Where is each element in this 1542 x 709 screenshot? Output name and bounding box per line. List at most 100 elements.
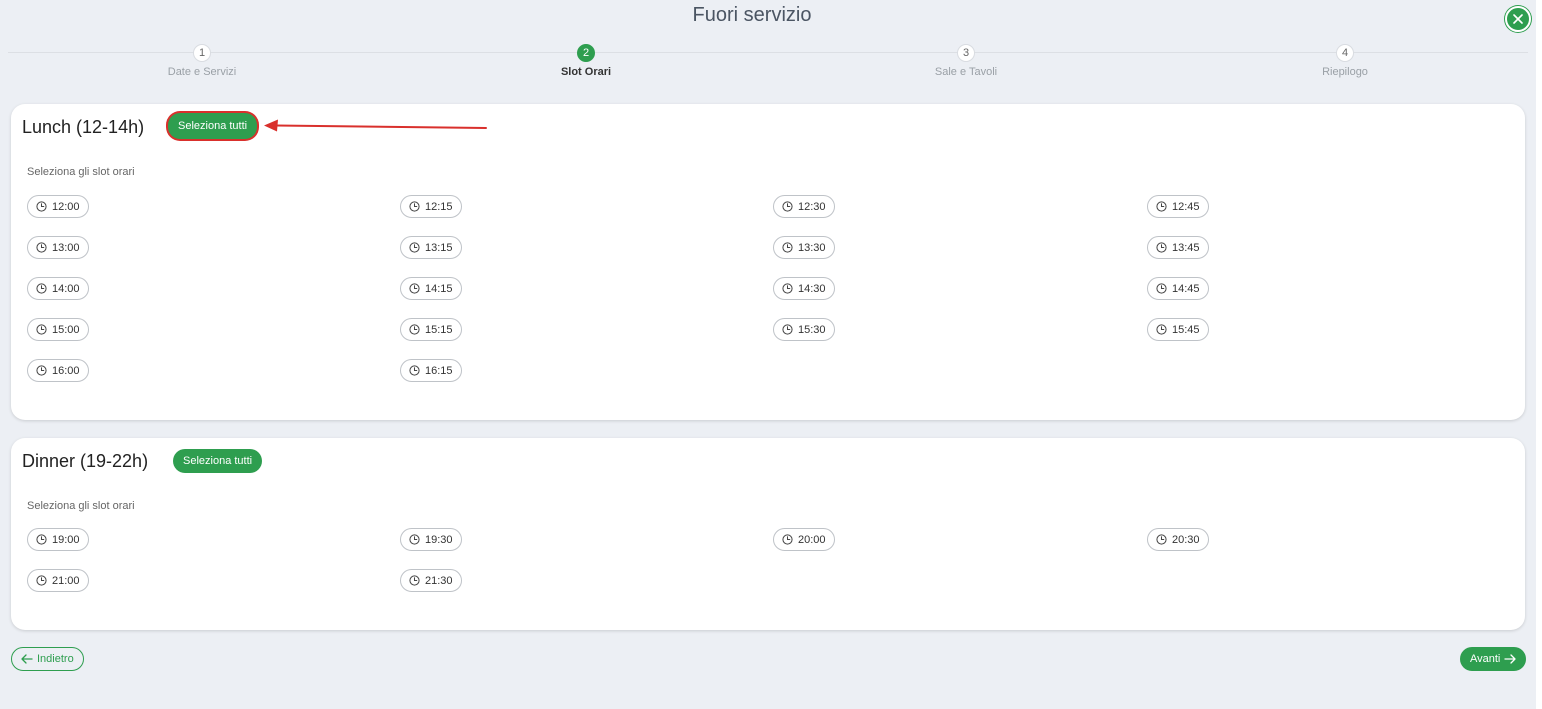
- time-slot[interactable]: 15:15: [400, 318, 462, 341]
- time-slot[interactable]: 13:45: [1147, 236, 1209, 259]
- time-slot-label: 14:15: [425, 282, 453, 295]
- clock-icon: [409, 324, 420, 335]
- time-slot-label: 21:30: [425, 574, 453, 587]
- time-slot[interactable]: 13:00: [27, 236, 89, 259]
- time-slot-label: 16:00: [52, 364, 80, 377]
- time-slot-label: 15:00: [52, 323, 80, 336]
- back-label: Indietro: [37, 653, 74, 665]
- time-slot-label: 15:30: [798, 323, 826, 336]
- time-slot-label: 13:15: [425, 241, 453, 254]
- dinner-select-all-button[interactable]: Seleziona tutti: [173, 449, 263, 473]
- step-label: Riepilogo: [1322, 66, 1368, 78]
- time-slot[interactable]: 21:00: [27, 569, 89, 592]
- time-slot[interactable]: 12:15: [400, 195, 462, 218]
- step-number: 1: [193, 44, 211, 62]
- time-slot-label: 15:15: [425, 323, 453, 336]
- step-date-servizi[interactable]: 1 Date e Servizi: [102, 44, 302, 78]
- clock-icon: [409, 201, 420, 212]
- arrow-right-icon: [1504, 654, 1517, 664]
- time-slot-label: 21:00: [52, 574, 80, 587]
- time-slot[interactable]: 14:00: [27, 277, 89, 300]
- clock-icon: [409, 365, 420, 376]
- step-label: Date e Servizi: [167, 66, 237, 78]
- time-slot-label: 20:30: [1172, 533, 1200, 546]
- time-slot[interactable]: 12:00: [27, 195, 89, 218]
- clock-icon: [36, 242, 47, 253]
- time-slot[interactable]: 14:30: [773, 277, 835, 300]
- time-slot[interactable]: 21:30: [400, 569, 462, 592]
- clock-icon: [36, 534, 47, 545]
- clock-icon: [36, 575, 47, 586]
- next-button[interactable]: Avanti: [1460, 647, 1527, 671]
- clock-icon: [36, 283, 47, 294]
- time-slot[interactable]: 13:30: [773, 236, 835, 259]
- clock-icon: [782, 534, 793, 545]
- time-slot-label: 15:45: [1172, 323, 1200, 336]
- app-window: Fuori servizio 1 Date e Servizi 2 Slot O…: [0, 0, 1536, 709]
- dinner-card: Dinner (19-22h) Seleziona tutti Selezion…: [11, 438, 1525, 630]
- time-slot-label: 13:30: [798, 241, 826, 254]
- step-riepilogo[interactable]: 4 Riepilogo: [1245, 44, 1445, 78]
- arrow-left-icon: [21, 654, 33, 664]
- time-slot[interactable]: 12:30: [773, 195, 835, 218]
- time-slot[interactable]: 15:45: [1147, 318, 1209, 341]
- clock-icon: [782, 201, 793, 212]
- page-title: Fuori servizio: [692, 4, 812, 26]
- time-slot-label: 20:00: [798, 533, 826, 546]
- step-sale-tavoli[interactable]: 3 Sale e Tavoli: [866, 44, 1066, 78]
- lunch-slots-label: Seleziona gli slot orari: [27, 166, 135, 178]
- clock-icon: [409, 575, 420, 586]
- lunch-title: Lunch (12-14h): [22, 117, 145, 137]
- time-slot[interactable]: 20:30: [1147, 528, 1209, 551]
- time-slot[interactable]: 15:30: [773, 318, 835, 341]
- time-slot[interactable]: 19:30: [400, 528, 462, 551]
- time-slot-label: 12:15: [425, 200, 453, 213]
- next-label: Avanti: [1470, 653, 1501, 665]
- time-slot[interactable]: 14:45: [1147, 277, 1209, 300]
- step-label: Sale e Tavoli: [934, 66, 998, 78]
- lunch-card: Lunch (12-14h) Seleziona tutti Seleziona…: [11, 104, 1525, 420]
- clock-icon: [36, 201, 47, 212]
- time-slot[interactable]: 13:15: [400, 236, 462, 259]
- time-slot[interactable]: 16:15: [400, 359, 462, 382]
- close-icon: [1513, 14, 1523, 24]
- clock-icon: [782, 283, 793, 294]
- clock-icon: [782, 242, 793, 253]
- step-label: Slot Orari: [560, 66, 612, 78]
- step-number: 4: [1336, 44, 1354, 62]
- dinner-title: Dinner (19-22h): [22, 451, 149, 471]
- time-slot-label: 13:45: [1172, 241, 1200, 254]
- time-slot[interactable]: 20:00: [773, 528, 835, 551]
- clock-icon: [782, 324, 793, 335]
- time-slot[interactable]: 14:15: [400, 277, 462, 300]
- step-slot-orari[interactable]: 2 Slot Orari: [486, 44, 686, 78]
- back-button[interactable]: Indietro: [11, 647, 84, 671]
- clock-icon: [1156, 242, 1167, 253]
- time-slot-label: 12:30: [798, 200, 826, 213]
- clock-icon: [1156, 283, 1167, 294]
- clock-icon: [1156, 534, 1167, 545]
- step-number: 3: [957, 44, 975, 62]
- time-slot-label: 13:00: [52, 241, 80, 254]
- clock-icon: [36, 365, 47, 376]
- step-number: 2: [577, 44, 595, 62]
- clock-icon: [409, 242, 420, 253]
- time-slot[interactable]: 16:00: [27, 359, 89, 382]
- time-slot-label: 19:00: [52, 533, 80, 546]
- time-slot-label: 12:45: [1172, 200, 1200, 213]
- time-slot-label: 14:30: [798, 282, 826, 295]
- time-slot-label: 14:00: [52, 282, 80, 295]
- lunch-select-all-button[interactable]: Seleziona tutti: [168, 113, 258, 139]
- close-button[interactable]: [1505, 6, 1531, 32]
- clock-icon: [409, 283, 420, 294]
- dinner-slots-label: Seleziona gli slot orari: [27, 500, 135, 512]
- time-slot[interactable]: 19:00: [27, 528, 89, 551]
- time-slot-label: 12:00: [52, 200, 80, 213]
- time-slot[interactable]: 15:00: [27, 318, 89, 341]
- clock-icon: [36, 324, 47, 335]
- clock-icon: [1156, 324, 1167, 335]
- clock-icon: [1156, 201, 1167, 212]
- time-slot[interactable]: 12:45: [1147, 195, 1209, 218]
- time-slot-label: 14:45: [1172, 282, 1200, 295]
- clock-icon: [409, 534, 420, 545]
